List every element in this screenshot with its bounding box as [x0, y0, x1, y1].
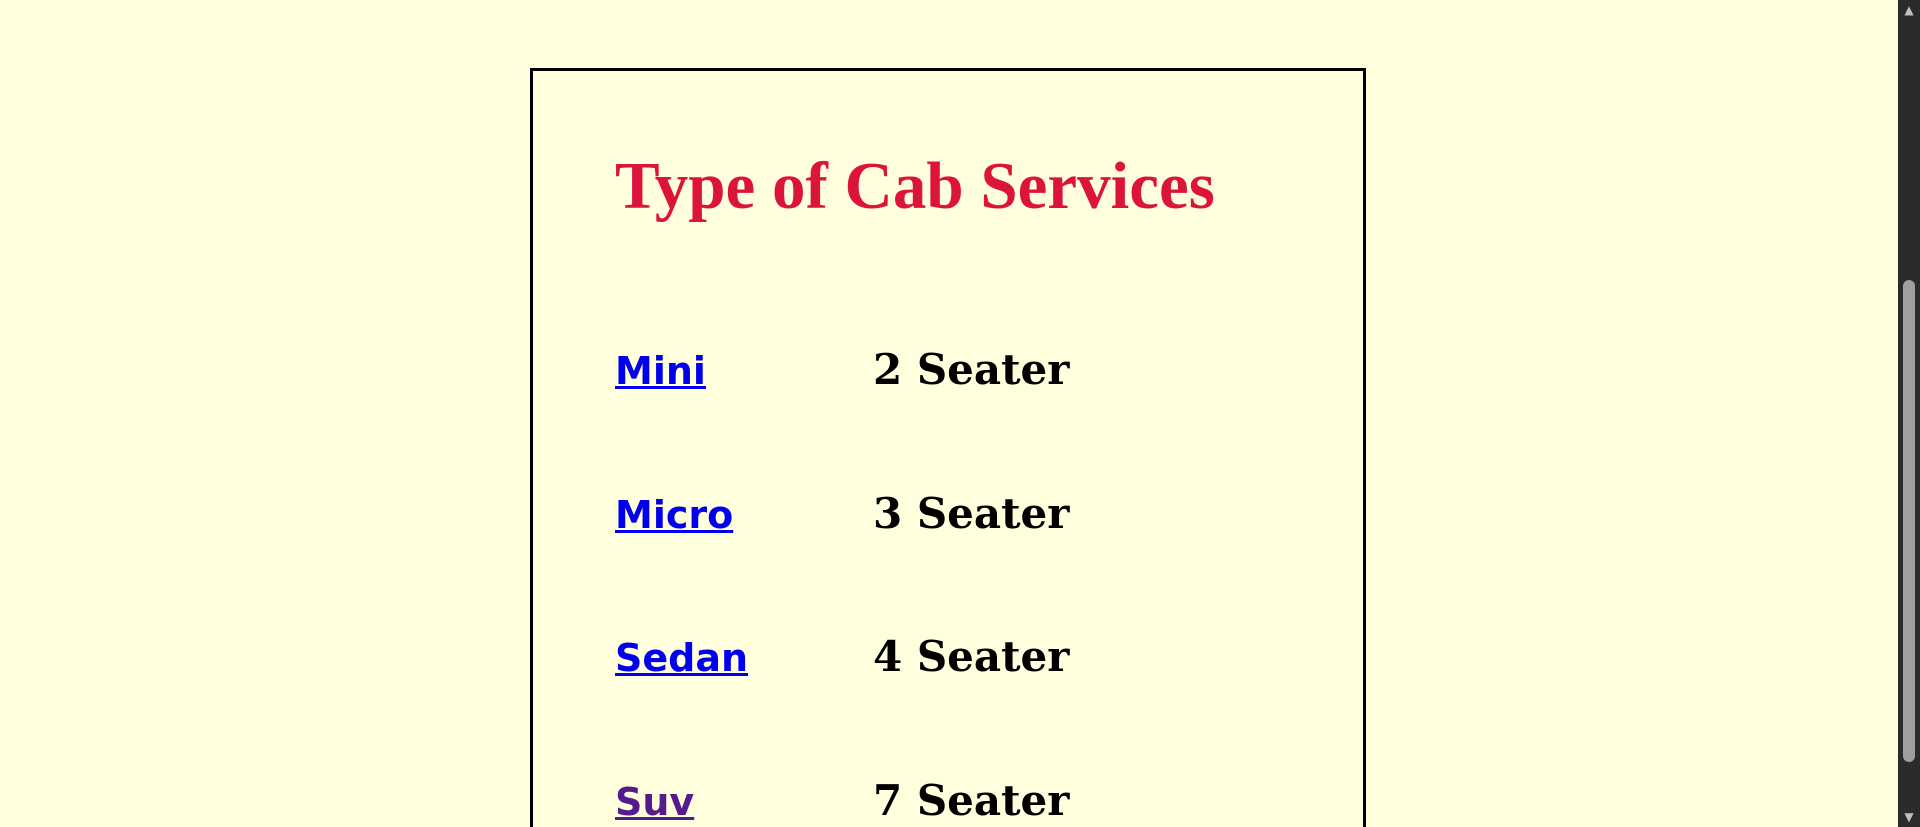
- cab-seats-sedan: 4 Seater: [873, 632, 1070, 681]
- cab-link-micro[interactable]: Micro: [615, 494, 733, 537]
- arrow-up-icon[interactable]: ▲: [1898, 0, 1920, 20]
- vertical-scrollbar[interactable]: ▲ ▼: [1898, 0, 1920, 827]
- cab-row-mini: Mini 2 Seater: [615, 346, 1315, 411]
- cab-seats-mini: 2 Seater: [873, 345, 1070, 394]
- scrollbar-thumb[interactable]: [1903, 280, 1915, 762]
- cab-link-mini[interactable]: Mini: [615, 350, 706, 393]
- page-viewport: Type of Cab Services Mini 2 Seater Micro…: [0, 0, 1920, 827]
- cab-seats-suv: 7 Seater: [873, 776, 1070, 825]
- cab-seats-micro: 3 Seater: [873, 489, 1070, 538]
- page-title: Type of Cab Services: [615, 149, 1215, 223]
- cab-row-sedan: Sedan 4 Seater: [615, 633, 1315, 698]
- cab-link-suv[interactable]: Suv: [615, 781, 694, 824]
- cab-row-micro: Micro 3 Seater: [615, 490, 1315, 555]
- cab-link-sedan[interactable]: Sedan: [615, 637, 748, 680]
- cab-services-panel: Type of Cab Services Mini 2 Seater Micro…: [530, 68, 1366, 827]
- arrow-down-icon[interactable]: ▼: [1898, 807, 1920, 827]
- cab-row-suv: Suv 7 Seater: [615, 777, 1315, 827]
